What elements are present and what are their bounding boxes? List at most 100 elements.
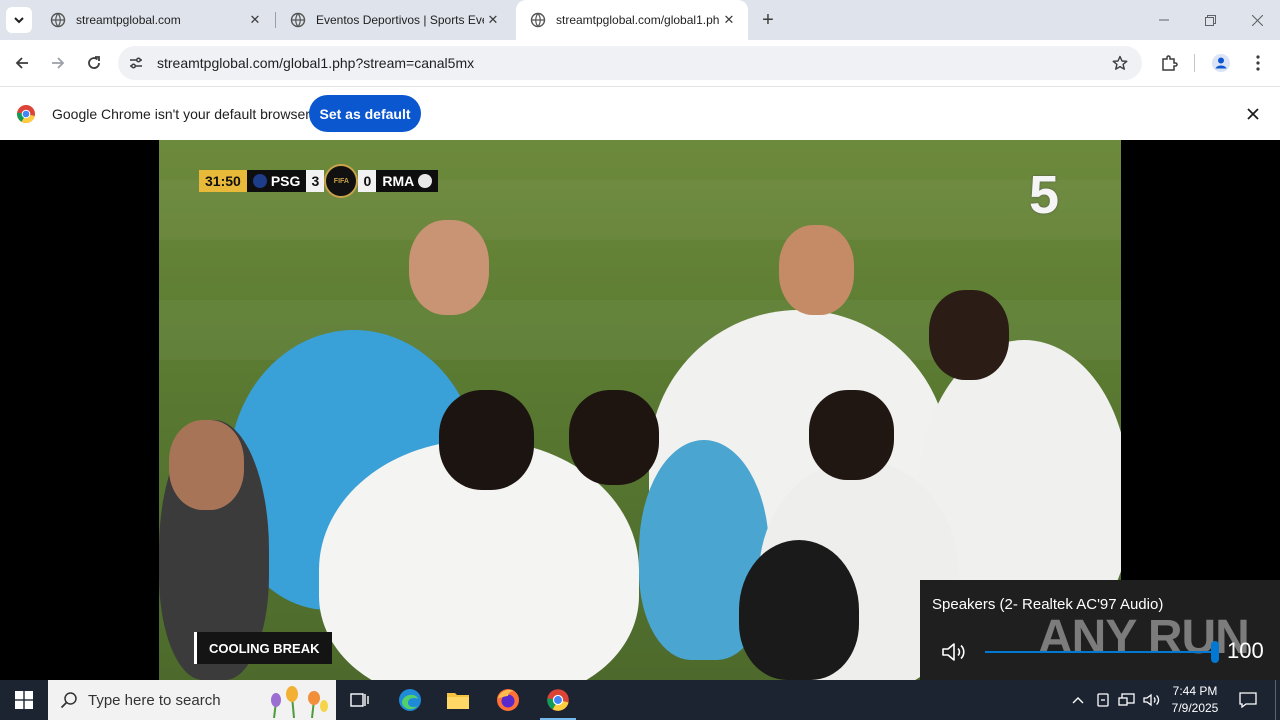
reload-icon <box>88 56 100 69</box>
file-explorer-taskbar-button[interactable] <box>434 680 482 720</box>
more-vert-icon <box>1256 55 1260 71</box>
browser-toolbar: streamtpglobal.com/global1.php?stream=ca… <box>0 40 1280 86</box>
arrow-left-icon <box>15 57 28 69</box>
bookmark-button[interactable] <box>1110 53 1130 73</box>
task-view-icon <box>350 693 369 707</box>
away-team-name: RMA <box>382 173 415 189</box>
tab-strip: streamtpglobal.com ✕ Eventos Deportivos … <box>0 0 1280 40</box>
home-team: PSG <box>246 170 307 192</box>
search-placeholder: Type here to search <box>88 692 221 709</box>
close-icon <box>1247 108 1259 120</box>
globe-icon <box>530 12 546 28</box>
puzzle-icon <box>1162 55 1178 71</box>
arrow-right-icon <box>52 57 65 69</box>
restore-button[interactable] <box>1187 0 1233 40</box>
profile-button[interactable] <box>1207 49 1235 77</box>
infobar-message: Google Chrome isn't your default browser <box>52 106 310 122</box>
security-tray-button[interactable] <box>1092 680 1114 720</box>
tab-close-button[interactable]: ✕ <box>720 11 738 29</box>
player-head <box>929 290 1009 380</box>
speaker-icon[interactable] <box>940 640 968 664</box>
tab-title: streamtpglobal.com <box>76 13 181 27</box>
player-head <box>439 390 534 490</box>
player-head <box>569 390 659 485</box>
extensions-button[interactable] <box>1155 49 1183 77</box>
show-desktop-button[interactable] <box>1275 680 1276 720</box>
edge-taskbar-button[interactable] <box>386 680 434 720</box>
close-icon <box>1251 14 1263 26</box>
taskbar-clock[interactable]: 7:44 PM 7/9/2025 <box>1160 683 1230 717</box>
chrome-icon <box>547 689 569 711</box>
player-head <box>809 390 894 480</box>
tab-2[interactable]: Eventos Deportivos | Sports Eve ✕ <box>276 0 512 40</box>
close-window-button[interactable] <box>1234 0 1280 40</box>
tab-1[interactable]: streamtpglobal.com ✕ <box>36 0 274 40</box>
start-button[interactable] <box>0 680 48 720</box>
away-score: 0 <box>358 170 377 192</box>
clock-date: 7/9/2025 <box>1171 701 1219 715</box>
infobar-close-button[interactable] <box>1243 104 1263 124</box>
psg-crest-icon <box>252 174 267 188</box>
folder-icon <box>447 693 469 709</box>
firefox-icon <box>497 689 519 711</box>
site-info-button[interactable] <box>126 53 146 73</box>
show-hidden-icons-button[interactable] <box>1066 680 1090 720</box>
tab-close-button[interactable]: ✕ <box>246 11 264 29</box>
default-browser-infobar: Google Chrome isn't your default browser… <box>0 86 1280 140</box>
tab-3-active[interactable]: streamtpglobal.com/global1.ph ✕ <box>516 0 748 40</box>
scoreboard: 31:50 PSG 3 FIFA 0 RMA <box>199 164 439 198</box>
player-head <box>169 420 244 510</box>
restore-icon <box>1204 14 1216 26</box>
tab-close-button[interactable]: ✕ <box>484 11 502 29</box>
volume-tray-button[interactable] <box>1140 680 1162 720</box>
player-head <box>409 220 489 315</box>
match-clock: 31:50 <box>199 170 247 192</box>
tab-title: Eventos Deportivos | Sports Eve <box>316 13 484 27</box>
home-score: 3 <box>306 170 325 192</box>
chrome-taskbar-button[interactable] <box>534 680 582 720</box>
tab-search-dropdown[interactable] <box>6 7 32 33</box>
chrome-logo-icon <box>17 105 35 124</box>
volume-level: 100 <box>1227 638 1264 663</box>
cooling-break-caption: COOLING BREAK <box>194 632 332 664</box>
star-icon <box>1112 55 1128 70</box>
edge-icon <box>399 689 421 711</box>
network-tray-button[interactable] <box>1116 680 1138 720</box>
notification-icon <box>1239 692 1257 708</box>
flowers-decoration-icon <box>271 686 328 718</box>
away-team: RMA <box>376 170 439 192</box>
globe-icon <box>50 12 66 28</box>
minimize-button[interactable] <box>1141 0 1187 40</box>
task-view-button[interactable] <box>336 680 384 720</box>
staff-figure <box>739 540 859 680</box>
forward-button[interactable] <box>44 49 72 77</box>
profile-icon <box>1212 54 1230 72</box>
url-text[interactable]: streamtpglobal.com/global1.php?stream=ca… <box>157 55 474 71</box>
new-tab-button[interactable]: + <box>756 8 780 32</box>
reload-button[interactable] <box>80 49 108 77</box>
home-team-name: PSG <box>270 173 301 189</box>
action-center-button[interactable] <box>1234 680 1262 720</box>
taskbar-search-box[interactable]: Type here to search <box>48 680 336 720</box>
set-as-default-button[interactable]: Set as default <box>309 95 421 132</box>
back-button[interactable] <box>8 49 36 77</box>
globe-icon <box>290 12 306 28</box>
chevron-up-icon <box>1072 697 1084 704</box>
toolbar-separator <box>1194 54 1195 72</box>
search-icon <box>60 692 77 709</box>
volume-flyout: Speakers (2- Realtek AC'97 Audio) ANY RU… <box>920 580 1280 680</box>
menu-button[interactable] <box>1244 49 1272 77</box>
clock-time: 7:44 PM <box>1172 684 1218 698</box>
minimize-icon <box>1159 19 1169 21</box>
real-madrid-crest-icon <box>418 174 433 188</box>
firefox-taskbar-button[interactable] <box>484 680 532 720</box>
volume-slider-track[interactable] <box>985 651 1213 653</box>
network-icon <box>1118 693 1135 706</box>
taskbar: Type here to search 7:44 PM 7/9/2025 <box>0 680 1280 720</box>
channel-logo: 5 <box>1029 165 1060 225</box>
player-head <box>779 225 854 315</box>
address-bar[interactable]: streamtpglobal.com/global1.php?stream=ca… <box>118 46 1142 80</box>
volume-slider-thumb[interactable] <box>1211 641 1219 663</box>
shield-device-icon <box>1097 693 1109 707</box>
chevron-down-icon <box>14 17 24 24</box>
